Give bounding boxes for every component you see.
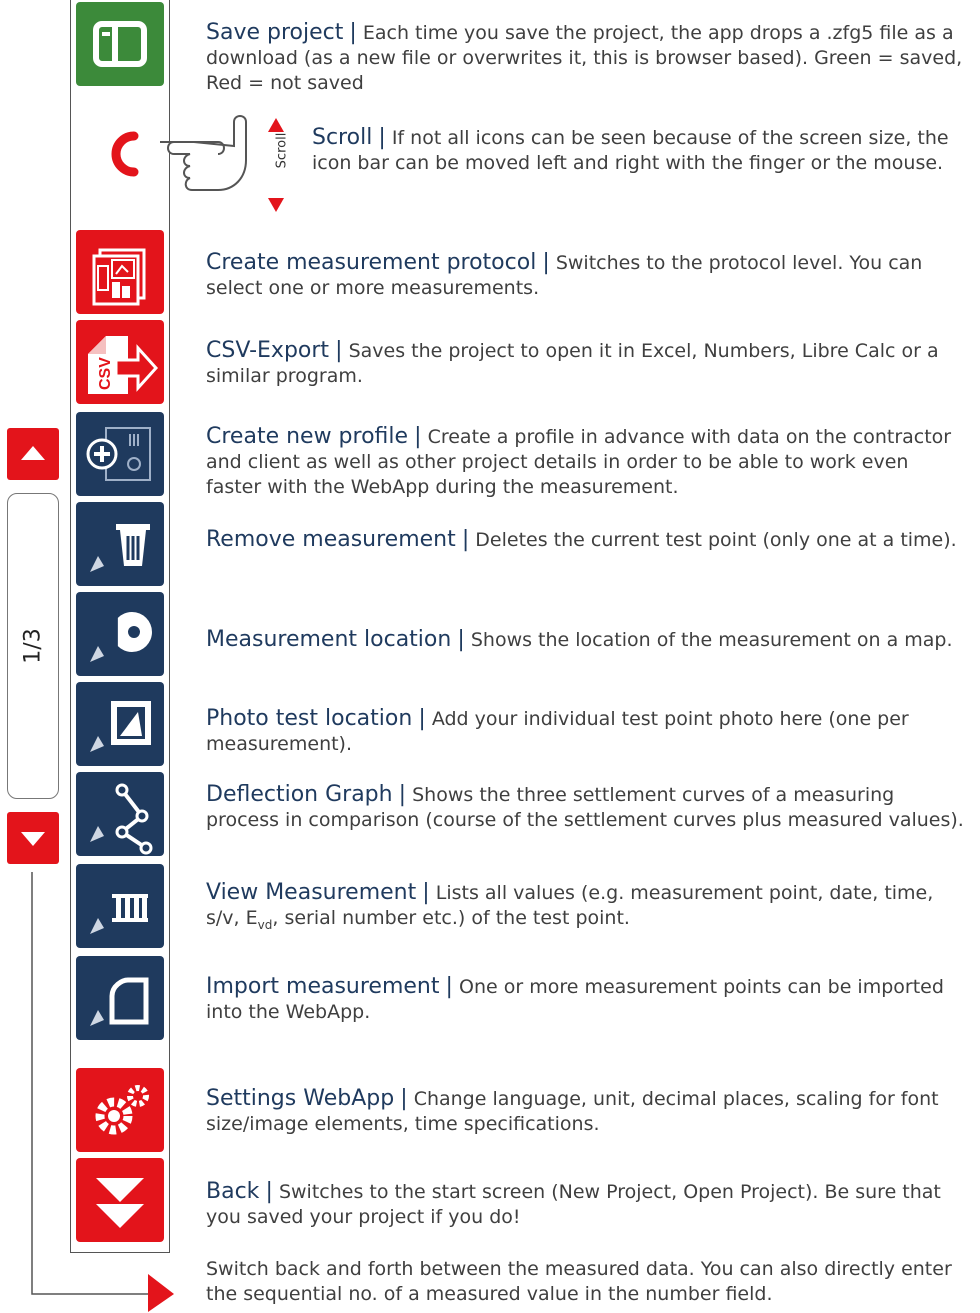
csv-export-icon: CSV (88, 336, 159, 394)
protocol-icon (92, 248, 146, 306)
desc-photo-test-location: Photo test location | Add your individua… (206, 706, 909, 755)
scroll-hand-icon (160, 115, 247, 191)
desc-view-measurement: View Measurement | Lists all values (e.g… (206, 880, 934, 932)
create-profile-button[interactable] (76, 412, 164, 496)
scroll-label: Scroll (274, 132, 290, 169)
save-icon (93, 21, 147, 67)
desc-measurement-location: Measurement location | Shows the locatio… (206, 627, 953, 652)
footer-note: Switch back and forth between the measur… (206, 1258, 952, 1305)
desc-remove-measurement: Remove measurement | Deletes the current… (206, 527, 957, 552)
csv-export-button[interactable]: CSV (76, 320, 164, 404)
create-protocol-button[interactable] (76, 230, 164, 314)
deflection-graph-button[interactable] (76, 772, 164, 856)
desc-csv-export: CSV-Export | Saves the project to open i… (206, 338, 939, 387)
remove-measurement-button[interactable] (76, 502, 164, 586)
svg-text:CSV: CSV (97, 357, 114, 390)
save-project-button[interactable] (76, 2, 164, 86)
desc-scroll: Scroll | If not all icons can be seen be… (312, 125, 949, 174)
scroll-c-icon (111, 131, 139, 177)
next-measurement-button[interactable] (7, 812, 59, 864)
photo-test-location-button[interactable] (76, 682, 164, 766)
pager-label: 1/3 (20, 628, 46, 664)
desc-create-protocol: Create measurement protocol | Switches t… (206, 250, 923, 299)
photo-icon (90, 701, 151, 752)
desc-deflection-graph: Deflection Graph | Shows the three settl… (206, 782, 964, 831)
desc-import-measurement: Import measurement | One or more measure… (206, 974, 944, 1023)
connector-arrow (31, 872, 174, 1312)
location-icon (90, 612, 152, 662)
desc-create-profile: Create new profile | Create a profile in… (206, 424, 952, 498)
desc-back: Back | Switches to the start screen (New… (206, 1179, 941, 1228)
desc-settings: Settings WebApp | Change language, unit,… (206, 1086, 939, 1135)
previous-measurement-button[interactable] (7, 428, 59, 480)
scroll-handle[interactable] (76, 108, 164, 192)
arrow-down-icon (21, 832, 45, 846)
arrow-up-icon (21, 446, 45, 460)
measurement-number-field[interactable]: 1/3 (7, 493, 59, 799)
remove-measurement-icon (90, 524, 150, 572)
deflection-graph-icon (90, 783, 153, 855)
new-profile-icon (86, 427, 151, 481)
desc-save-project: Save project | Each time you save the pr… (206, 20, 963, 94)
measurement-location-button[interactable] (76, 592, 164, 676)
